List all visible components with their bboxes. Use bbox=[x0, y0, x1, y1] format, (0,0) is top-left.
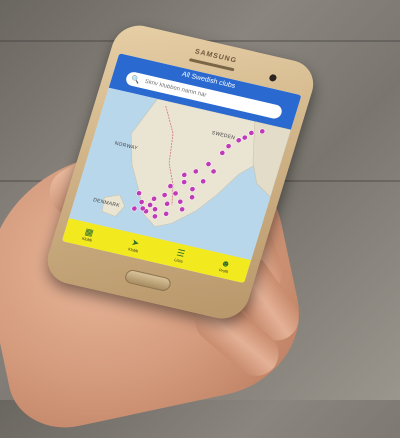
nav-label: Lista bbox=[173, 256, 184, 264]
nav-label: Klubb bbox=[127, 246, 139, 254]
nav-label: Profil bbox=[218, 267, 229, 275]
nav-item-navigate[interactable]: ➤ Klubb bbox=[127, 237, 142, 254]
nav-item-list[interactable]: ☰ Lista bbox=[173, 247, 186, 264]
nav-label: Klubb bbox=[81, 235, 93, 243]
nav-item-clubs[interactable]: ▦ Klubb bbox=[81, 226, 95, 243]
club-marker[interactable] bbox=[131, 205, 138, 212]
nav-item-profile[interactable]: ☻ Profil bbox=[218, 258, 231, 275]
front-camera bbox=[268, 73, 278, 83]
search-icon: 🔍 bbox=[130, 75, 141, 85]
home-button[interactable] bbox=[123, 268, 173, 293]
